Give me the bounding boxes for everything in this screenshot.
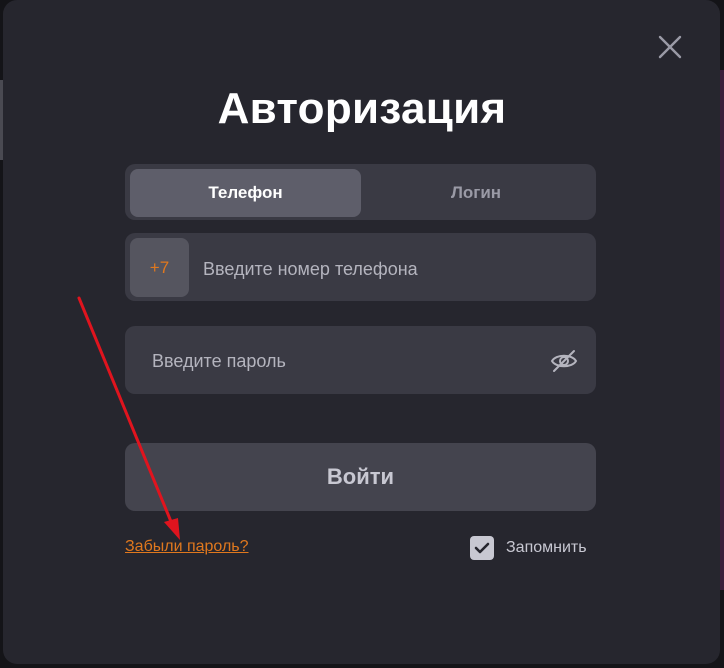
password-input[interactable] <box>150 343 534 379</box>
remember-label: Запомнить <box>506 539 587 556</box>
tab-login[interactable]: Логин <box>361 169 591 217</box>
auth-method-tabs: Телефон Логин <box>125 164 596 220</box>
phone-field: +7 <box>125 233 596 301</box>
close-button[interactable] <box>655 32 685 62</box>
login-submit-button[interactable]: Войти <box>125 443 596 511</box>
toggle-password-visibility-button[interactable] <box>549 346 579 376</box>
remember-checkbox[interactable] <box>470 536 494 560</box>
dialog-title: Авторизация <box>217 84 507 133</box>
close-icon <box>658 35 682 59</box>
phone-input[interactable] <box>201 251 585 287</box>
tab-phone[interactable]: Телефон <box>130 169 361 217</box>
password-field <box>125 326 596 394</box>
country-code-prefix[interactable]: +7 <box>130 238 189 297</box>
forgot-password-link[interactable]: Забыли пароль? <box>125 538 249 556</box>
eye-off-icon <box>550 350 578 372</box>
checkmark-icon <box>474 542 490 554</box>
